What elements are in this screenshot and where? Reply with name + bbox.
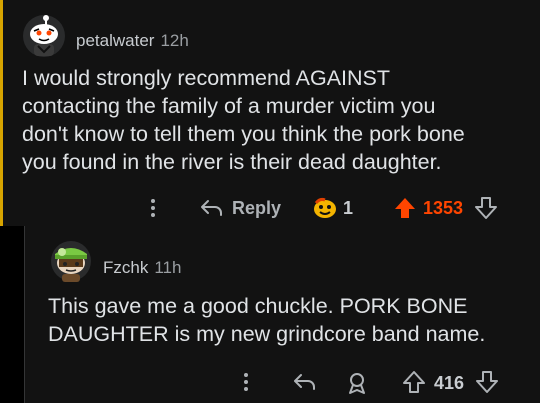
timestamp: 11h xyxy=(154,258,182,277)
vote-count: 1353 xyxy=(423,198,464,218)
more-options-button[interactable] xyxy=(151,199,155,220)
upvote-button[interactable] xyxy=(402,370,426,394)
award-button[interactable]: 1 xyxy=(313,197,353,219)
comment-body: This gave me a good chuckle. PORK BONE D… xyxy=(48,294,486,346)
downvote-button[interactable] xyxy=(475,370,499,394)
timestamp: 12h xyxy=(160,31,189,50)
comment-meta: Fzchk 11h xyxy=(103,258,181,278)
downvote-arrow-icon xyxy=(476,371,498,393)
award-outline-icon xyxy=(349,373,365,394)
avatar[interactable] xyxy=(50,240,92,282)
vote-count: 416 xyxy=(434,373,465,393)
award-button[interactable] xyxy=(345,371,369,395)
upvote-arrow-icon xyxy=(403,371,425,393)
reply-label: Reply xyxy=(232,197,282,218)
upvote-button[interactable] xyxy=(393,196,417,220)
more-vertical-icon xyxy=(151,199,155,203)
downvote-button[interactable] xyxy=(474,196,498,220)
reply-thread-line[interactable] xyxy=(24,226,25,403)
reply-arrow-icon xyxy=(294,374,315,390)
thread-collapse-bar[interactable] xyxy=(0,0,3,226)
comment-body: I would strongly recommend AGAINST conta… xyxy=(22,66,465,174)
more-options-button[interactable] xyxy=(244,373,248,394)
avatar[interactable] xyxy=(22,14,66,58)
upvote-arrow-icon xyxy=(395,198,415,218)
snoo-avatar-icon xyxy=(51,241,91,282)
award-count: 1 xyxy=(343,197,354,218)
reply-button[interactable]: Reply xyxy=(200,197,281,219)
reply-arrow-icon xyxy=(201,200,222,216)
downvote-arrow-icon xyxy=(475,197,497,219)
comment-meta: petalwater 12h xyxy=(76,31,189,51)
username[interactable]: petalwater xyxy=(76,31,154,50)
snoo-avatar-icon xyxy=(23,15,65,57)
username[interactable]: Fzchk xyxy=(103,258,148,277)
award-icon xyxy=(314,197,336,218)
reply-button[interactable] xyxy=(293,371,317,393)
more-vertical-icon xyxy=(244,373,248,377)
